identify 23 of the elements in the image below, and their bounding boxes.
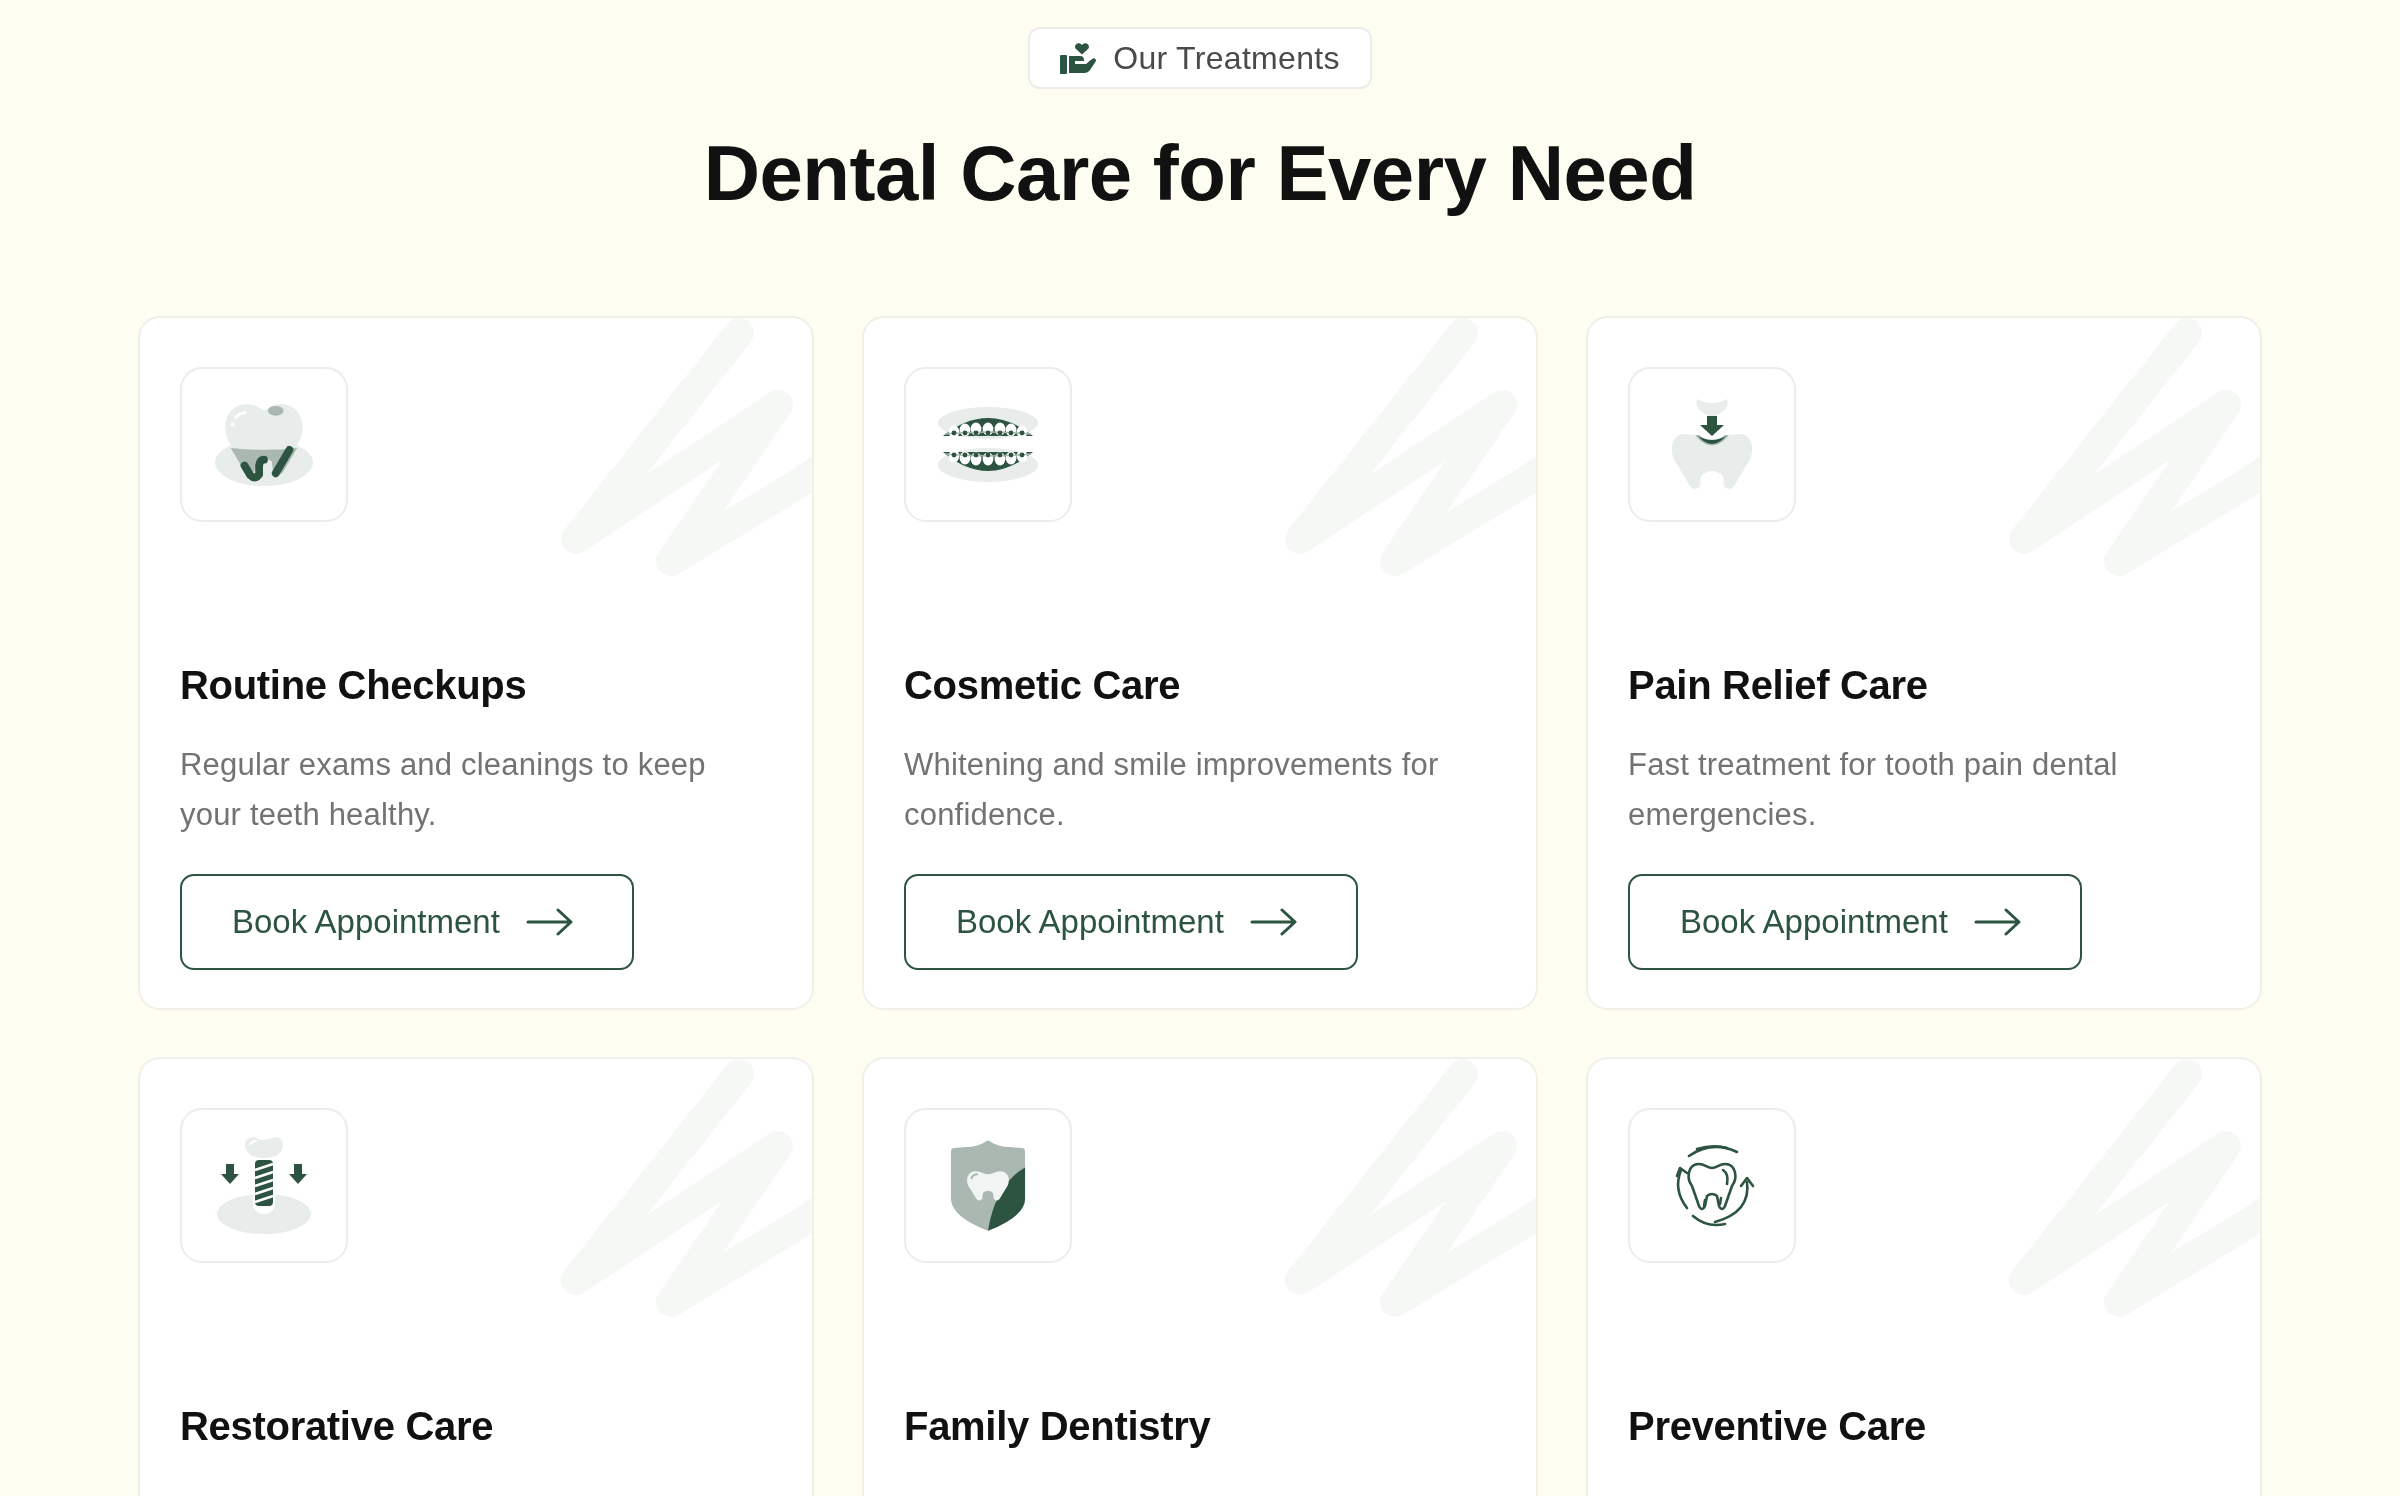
hand-heart-icon [1060,42,1097,74]
arrow-right-icon [1249,907,1298,936]
dental-implant-icon [180,1107,348,1263]
treatment-title: Family Dentistry [904,1402,1211,1450]
tooth-icon [180,366,348,522]
treatment-title: Routine Checkups [180,661,527,709]
treatment-title: Preventive Care [1628,1402,1926,1450]
treatment-description: Fast treatment for tooth pain dental emergencies. [1628,745,2119,834]
arrow-right-icon [1973,907,2022,936]
braces-icon [904,366,1072,522]
book-appointment-button[interactable]: Book Appointment [1628,873,2082,970]
treatment-title: Cosmetic Care [904,661,1181,709]
tooth-arrows-icon [1628,1107,1796,1263]
section-heading: Dental Care for Every Need [703,128,1697,219]
section-tag-label: Our Treatments [1113,42,1340,74]
treatment-description: Regular exams and cleanings to keep your teeth healthy. [180,745,707,834]
treatment-title: Pain Relief Care [1628,661,1928,709]
arrow-right-icon [525,907,574,936]
treatment-description: Whitening and smile improvements for confidence. [904,745,1440,834]
shield-tooth-icon [904,1107,1072,1263]
book-appointment-button[interactable]: Book Appointment [904,873,1358,970]
book-appointment-button[interactable]: Book Appointment [180,873,634,970]
treatment-title: Restorative Care [180,1402,494,1450]
